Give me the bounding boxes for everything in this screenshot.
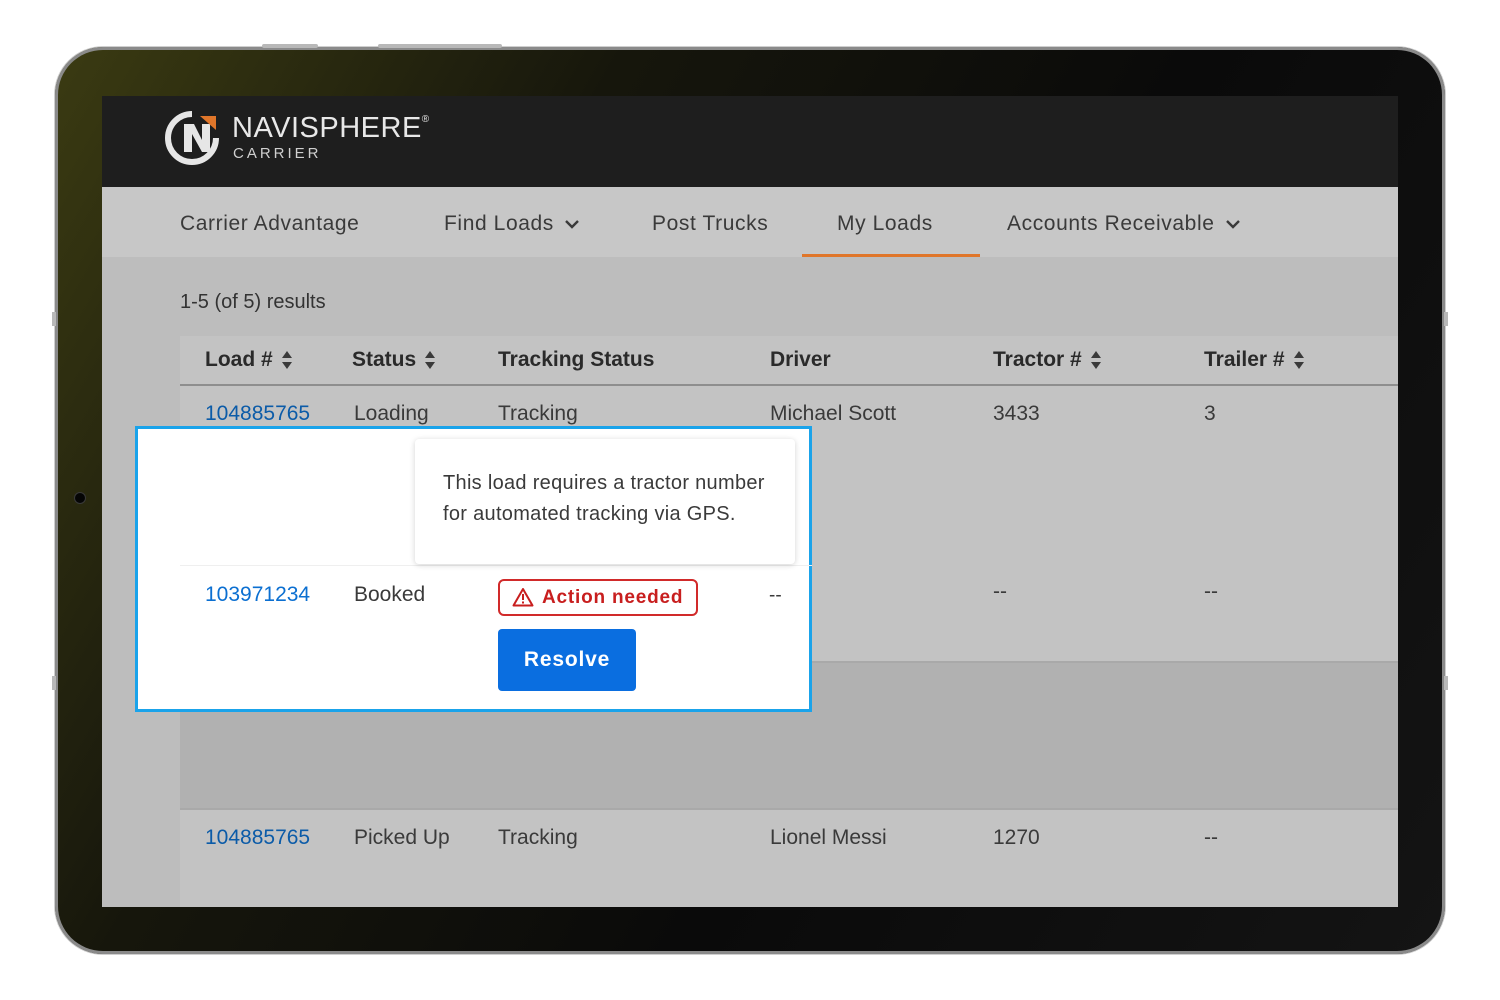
nav-item-my-loads[interactable]: My Loads [837, 187, 933, 257]
column-header-status[interactable]: Status [352, 348, 436, 372]
side-notch [52, 676, 56, 690]
chevron-down-icon [565, 220, 579, 230]
callout-divider [180, 565, 812, 566]
tractor-cell: 1270 [993, 826, 1040, 849]
load-link[interactable]: 104885765 [205, 402, 310, 426]
load-link[interactable]: 104885765 [205, 826, 310, 850]
tooltip-arrow [545, 571, 559, 578]
tracking-tooltip: This load requires a tractor number for … [415, 439, 795, 578]
row-divider [180, 808, 1398, 810]
driver-cell: -- [769, 585, 782, 606]
trailer-cell: -- [1204, 826, 1218, 849]
nav-active-indicator [802, 254, 980, 257]
chevron-down-icon [1225, 220, 1240, 230]
main-nav: Carrier Advantage Find Loads Post Trucks… [102, 187, 1398, 257]
sort-icon [425, 351, 436, 370]
navisphere-logo-icon [165, 111, 219, 165]
load-link[interactable]: 103971234 [205, 583, 310, 607]
side-notch [1444, 676, 1448, 690]
side-notch [1444, 312, 1448, 326]
column-header-trailer[interactable]: Trailer # [1204, 348, 1305, 372]
volume-button [378, 44, 502, 48]
power-button [262, 44, 318, 48]
column-header-load[interactable]: Load # [205, 348, 293, 372]
nav-item-find-loads[interactable]: Find Loads [444, 187, 580, 257]
status-cell: Picked Up [354, 826, 450, 849]
brand-name: NAVISPHERE® [232, 112, 430, 144]
driver-cell: Lionel Messi [770, 826, 887, 849]
camera-icon [75, 493, 85, 503]
trailer-cell: -- [1204, 580, 1218, 603]
sort-icon [1293, 351, 1304, 370]
action-needed-badge[interactable]: Action needed [498, 579, 698, 616]
nav-item-post-trucks[interactable]: Post Trucks [652, 187, 768, 257]
status-cell: Loading [354, 402, 429, 425]
action-needed-callout: This load requires a tractor number for … [135, 426, 812, 712]
warning-triangle-icon [512, 588, 534, 607]
column-header-tracking-status: Tracking Status [498, 348, 655, 371]
tracking-cell: Tracking [498, 402, 578, 425]
sort-icon [1090, 351, 1101, 370]
resolve-button[interactable]: Resolve [498, 629, 636, 691]
tractor-cell: -- [993, 580, 1007, 603]
side-notch [52, 312, 56, 326]
tracking-cell: Tracking [498, 826, 578, 849]
brand-subtitle: CARRIER [233, 145, 322, 162]
results-summary: 1-5 (of 5) results [180, 291, 326, 313]
app-header: NAVISPHERE® CARRIER [102, 96, 1398, 187]
trailer-cell: 3 [1204, 402, 1216, 425]
tooltip-text: This load requires a tractor number for … [443, 472, 765, 525]
driver-cell: Michael Scott [770, 402, 897, 425]
sort-icon [281, 351, 292, 370]
header-divider [180, 384, 1398, 386]
column-header-driver: Driver [770, 348, 831, 371]
column-header-tractor[interactable]: Tractor # [993, 348, 1102, 372]
status-cell: Booked [354, 583, 426, 606]
nav-item-accounts-receivable[interactable]: Accounts Receivable [1007, 187, 1241, 257]
tractor-cell: 3433 [993, 402, 1040, 425]
nav-item-carrier-advantage[interactable]: Carrier Advantage [180, 187, 359, 257]
